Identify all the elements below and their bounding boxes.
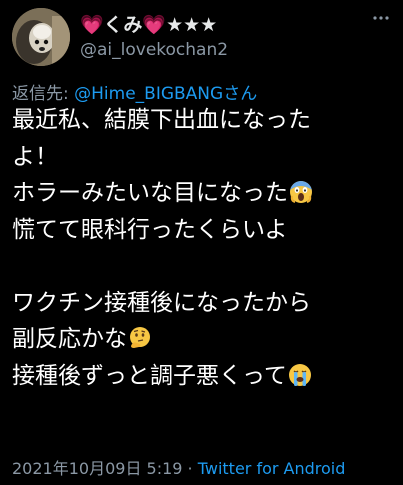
avatar[interactable] (12, 8, 70, 66)
tweet: 💗くみ💗★★★ @ai_lovekochan2 返信先: @Hime_BIGBA… (0, 0, 403, 485)
tweet-line-with-emoji: 副反応かな (12, 321, 397, 358)
tweet-line: 接種後ずっと調子悪くって (12, 362, 287, 389)
tweet-source-link[interactable]: Twitter for Android (198, 459, 346, 478)
reply-to: 返信先: @Hime_BIGBANGさん (12, 79, 257, 104)
tweet-line: ワクチン接種後になったから (12, 289, 311, 316)
tweet-line: 副反応かな (12, 326, 127, 352)
tweet-datetime[interactable]: 2021年10月09日 5:19 (12, 459, 182, 478)
reply-prefix: 返信先: (12, 84, 75, 104)
tweet-line: よ！ (12, 143, 58, 170)
screaming-face-icon (289, 179, 313, 216)
reply-mention-link[interactable]: @Hime_BIGBANGさん (74, 84, 257, 104)
thinking-face-icon (128, 325, 152, 362)
tweet-line: 最近私、結膜下出血になった (12, 107, 311, 133)
crying-face-icon (288, 362, 312, 399)
tweet-line: 慌てて眼科行ったくらいよ (12, 216, 288, 243)
tweet-line-with-emoji: ホラーみたいな目になった (12, 175, 397, 212)
user-handle[interactable]: @ai_lovekochan2 (80, 40, 228, 60)
tweet-line: ホラーみたいな目になった (12, 180, 288, 206)
tweet-meta: 2021年10月09日 5:19 · Twitter for Android (12, 455, 345, 479)
meta-separator: · (182, 459, 198, 478)
tweet-text: 最近私、結膜下出血になった よ！ ホラーみたいな目になった 慌てて眼科行ったくら… (12, 102, 397, 394)
more-options-icon[interactable] (371, 8, 391, 28)
display-name[interactable]: 💗くみ💗★★★ (80, 10, 217, 37)
tweet-line-with-emoji: 接種後ずっと調子悪くって (12, 358, 397, 395)
